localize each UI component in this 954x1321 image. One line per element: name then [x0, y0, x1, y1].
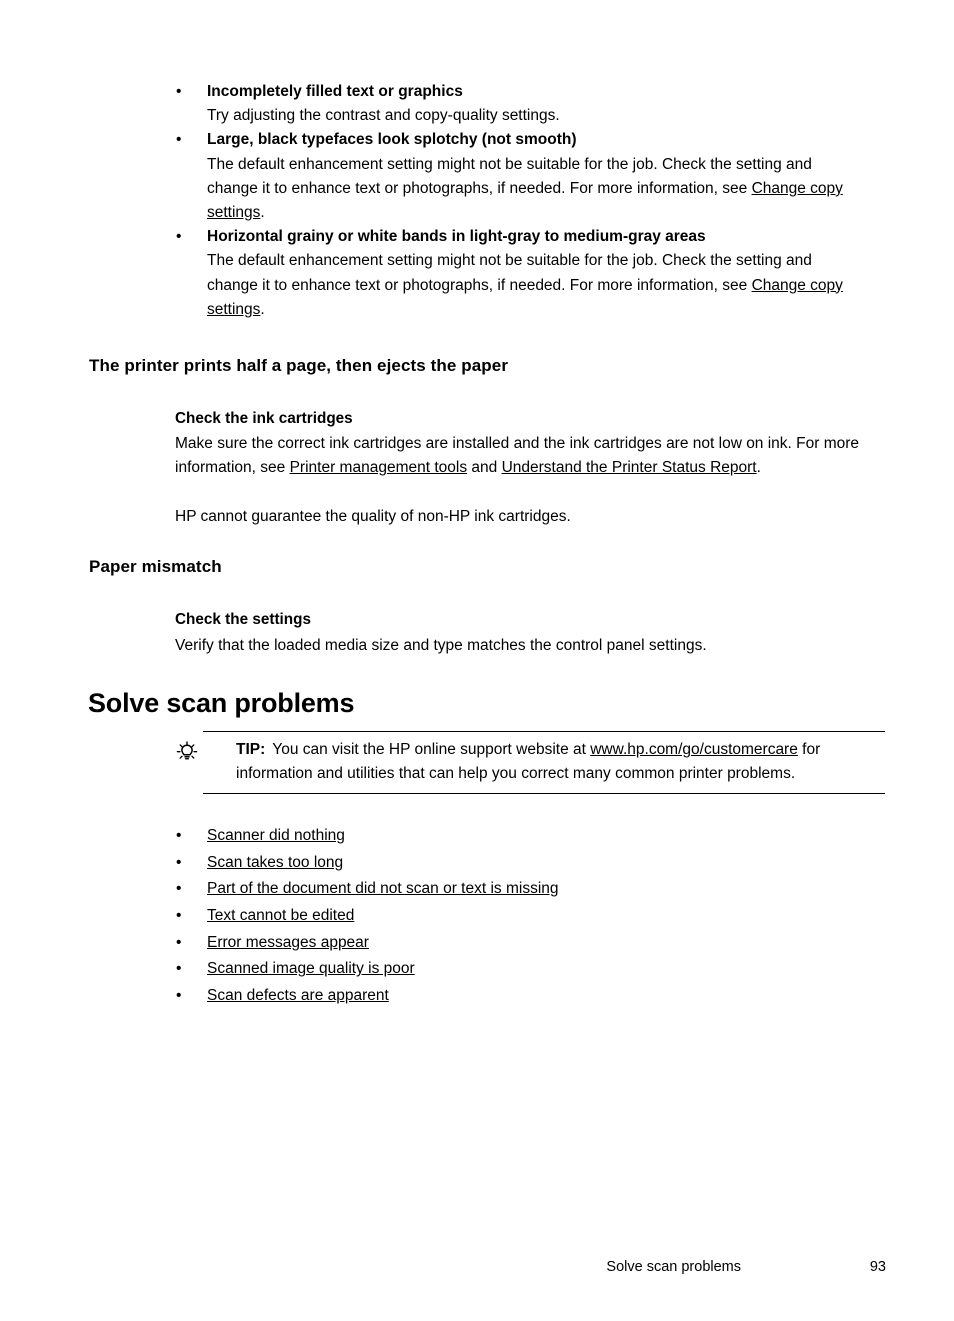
list-item-body-suffix: . — [260, 204, 265, 222]
page-title-solve-scan-problems: Solve scan problems — [88, 688, 355, 718]
list-item: • Scan defects are apparent — [176, 983, 836, 1010]
list-item: • Incompletely filled text or graphics T… — [176, 80, 836, 128]
link-error-messages-appear[interactable]: Error messages appear — [207, 934, 369, 951]
list-item: • Large, black typefaces look splotchy (… — [176, 128, 843, 225]
subheading-check-ink-cartridges: Check the ink cartridges — [175, 410, 353, 427]
subheading-check-the-settings: Check the settings — [175, 611, 312, 628]
bullet-marker: • — [176, 827, 182, 844]
link-scan-takes-too-long[interactable]: Scan takes too long — [207, 854, 343, 871]
list-item: • Scanned image quality is poor — [176, 956, 836, 983]
heading-paper-mismatch: Paper mismatch — [89, 557, 222, 576]
document-page: • Incompletely filled text or graphics T… — [0, 0, 954, 1321]
bullet-marker: • — [176, 228, 182, 246]
paragraph-check-ink-cartridges: Make sure the correct ink cartridges are… — [175, 432, 875, 480]
list-item: • Horizontal grainy or white bands in li… — [176, 225, 843, 322]
list-item-title: Horizontal grainy or white bands in ligh… — [207, 228, 706, 246]
link-scan-defects-are-apparent[interactable]: Scan defects are apparent — [207, 987, 389, 1004]
link-understand-printer-status-report[interactable]: Understand the Printer Status Report — [502, 459, 757, 476]
list-item-body-prefix: The default enhancement setting might no… — [207, 155, 812, 197]
paragraph-hp-guarantee-note: HP cannot guarantee the quality of non-H… — [175, 508, 571, 525]
list-item: • Scan takes too long — [176, 850, 836, 877]
paragraph-mid: and — [467, 459, 502, 477]
link-printer-management-tools[interactable]: Printer management tools — [290, 459, 467, 476]
bullet-marker: • — [176, 853, 182, 871]
bullet-marker: • — [176, 933, 182, 951]
tip-text-prefix: You can visit the HP online support webs… — [272, 741, 591, 758]
list-item-title: Large, black typefaces look splotchy (no… — [207, 131, 577, 149]
list-item-body: Try adjusting the contrast and copy-qual… — [207, 104, 859, 128]
link-text-cannot-be-edited[interactable]: Text cannot be edited — [207, 907, 354, 924]
list-item: • Part of the document did not scan or t… — [176, 876, 836, 903]
bullet-marker: • — [176, 907, 182, 925]
copy-problem-list: • Incompletely filled text or graphics T… — [176, 80, 843, 322]
bullet-marker: • — [176, 960, 182, 978]
bullet-marker: • — [176, 987, 182, 1005]
list-item: • Text cannot be edited — [176, 903, 836, 930]
bullet-marker: • — [176, 83, 182, 100]
link-scanned-image-quality-is-poor[interactable]: Scanned image quality is poor — [207, 960, 415, 977]
paragraph-suffix: . — [756, 459, 761, 477]
link-hp-customercare[interactable]: www.hp.com/go/customercare — [590, 741, 798, 758]
bullet-marker: • — [176, 131, 182, 149]
paragraph-check-the-settings: Verify that the loaded media size and ty… — [175, 637, 707, 654]
list-item: • Scanner did nothing — [176, 823, 836, 850]
list-item-body-suffix: . — [260, 300, 265, 318]
list-item-body-prefix: The default enhancement setting might no… — [207, 252, 812, 294]
list-item-body-text: Try adjusting the contrast and copy-qual… — [207, 107, 560, 125]
link-scanner-did-nothing[interactable]: Scanner did nothing — [207, 827, 345, 844]
bullet-marker: • — [176, 880, 182, 898]
scan-problem-link-list: • Scanner did nothing • Scan takes too l… — [176, 823, 836, 1010]
list-item-body: The default enhancement setting might no… — [207, 249, 859, 322]
list-item: • Error messages appear — [176, 930, 836, 957]
footer-section-title: Solve scan problems — [606, 1259, 741, 1275]
list-item-body: The default enhancement setting might no… — [207, 153, 859, 226]
tip-note-inner: TIP: You can visit the HP online support … — [176, 738, 885, 786]
lightbulb-icon — [176, 741, 198, 763]
tip-note-text: TIP: You can visit the HP online support … — [236, 738, 885, 786]
link-part-of-document-did-not-scan[interactable]: Part of the document did not scan or tex… — [207, 880, 559, 897]
tip-note-box: TIP: You can visit the HP online support … — [176, 731, 885, 795]
list-item-title: Incompletely filled text or graphics — [207, 83, 463, 100]
heading-printer-prints-half-page: The printer prints half a page, then eje… — [89, 356, 509, 375]
footer-page-number: 93 — [869, 1259, 886, 1275]
tip-label: TIP: — [236, 741, 266, 758]
